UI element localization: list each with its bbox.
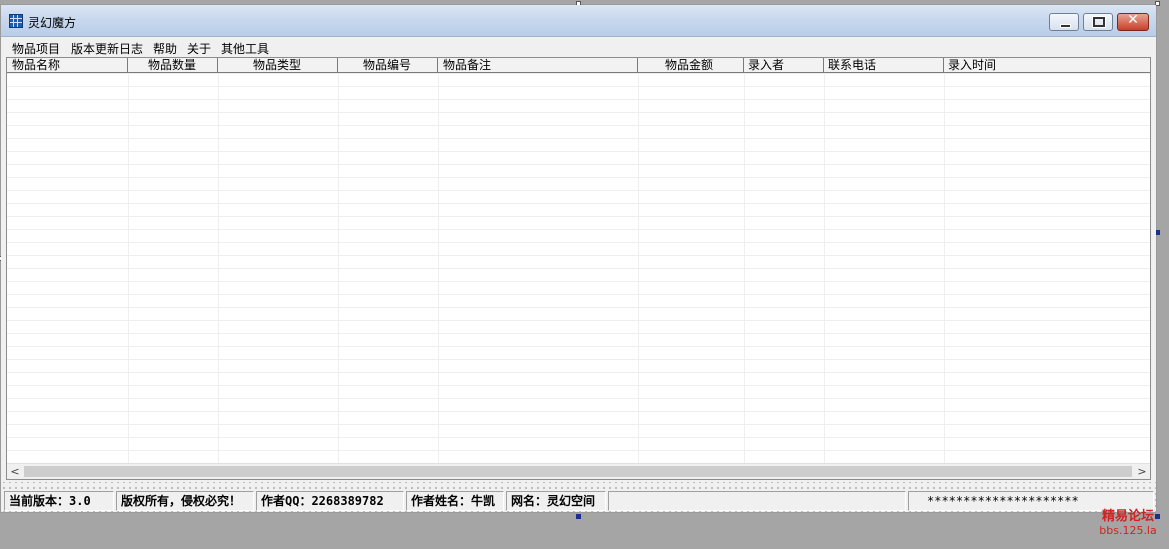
column-divider xyxy=(438,73,439,463)
title-bar[interactable]: 灵幻魔方 ✕ xyxy=(1,5,1156,37)
scroll-left-icon[interactable]: < xyxy=(7,465,23,479)
status-copyright: 版权所有，侵权必究！ xyxy=(116,491,254,511)
column-header-number[interactable]: 物品编号 xyxy=(338,58,438,72)
close-button[interactable]: ✕ xyxy=(1117,12,1149,31)
column-header-name[interactable]: 物品名称 xyxy=(7,58,128,72)
status-author-qq: 作者QQ：2268389782 xyxy=(256,491,404,511)
grid-app-icon xyxy=(9,14,23,28)
status-version: 当前版本：3.0 xyxy=(4,491,114,511)
horizontal-scrollbar[interactable]: < > xyxy=(7,463,1150,479)
minimize-icon xyxy=(1060,24,1071,28)
status-bar: 当前版本：3.0 版权所有，侵权必究！ 作者QQ：2268389782 作者姓名… xyxy=(2,491,1154,511)
maximize-button[interactable] xyxy=(1083,13,1113,31)
column-divider xyxy=(638,73,639,463)
column-header-phone[interactable]: 联系电话 xyxy=(824,58,944,72)
status-author-name: 作者姓名：牛凯 xyxy=(406,491,504,511)
status-stars: ********************* xyxy=(908,491,1154,511)
menu-item-other-tools[interactable]: 其他工具 xyxy=(221,40,269,57)
scrollbar-thumb[interactable] xyxy=(24,466,1132,477)
app-window: 灵幻魔方 ✕ 物品项目 版本更新日志 帮助 关于 其他工具 物品名称 物品数量 … xyxy=(1,5,1156,482)
column-header-quantity[interactable]: 物品数量 xyxy=(128,58,218,72)
status-net-name: 网名：灵幻空间 xyxy=(506,491,606,511)
maximize-icon xyxy=(1093,17,1105,27)
column-divider xyxy=(944,73,945,463)
status-empty-panel xyxy=(608,491,906,511)
column-header-time[interactable]: 录入时间 xyxy=(944,58,1150,72)
menu-item-about[interactable]: 关于 xyxy=(187,40,211,57)
column-divider xyxy=(338,73,339,463)
column-divider xyxy=(824,73,825,463)
minimize-button[interactable] xyxy=(1049,13,1079,31)
close-icon: ✕ xyxy=(1127,12,1139,28)
forum-watermark: 精易论坛 bbs.125.la xyxy=(1093,510,1163,538)
column-divider xyxy=(744,73,745,463)
menu-item-items[interactable]: 物品项目 xyxy=(12,40,60,57)
column-divider xyxy=(218,73,219,463)
items-table[interactable]: 物品名称 物品数量 物品类型 物品编号 物品备注 物品金额 录入者 联系电话 录… xyxy=(6,57,1151,480)
table-body[interactable] xyxy=(7,73,1150,463)
watermark-line1: 精易论坛 xyxy=(1101,509,1154,524)
watermark-line2: bbs.125.la xyxy=(1099,524,1157,537)
menu-item-help[interactable]: 帮助 xyxy=(153,40,177,57)
column-header-type[interactable]: 物品类型 xyxy=(218,58,338,72)
scroll-right-icon[interactable]: > xyxy=(1134,465,1150,479)
table-header: 物品名称 物品数量 物品类型 物品编号 物品备注 物品金额 录入者 联系电话 录… xyxy=(7,58,1150,73)
column-header-amount[interactable]: 物品金额 xyxy=(638,58,744,72)
column-header-recorder[interactable]: 录入者 xyxy=(744,58,824,72)
column-header-remark[interactable]: 物品备注 xyxy=(438,58,638,72)
menu-bar: 物品项目 版本更新日志 帮助 关于 其他工具 xyxy=(1,38,1156,57)
menu-item-changelog[interactable]: 版本更新日志 xyxy=(71,40,143,57)
window-title: 灵幻魔方 xyxy=(28,16,77,30)
resize-handle-bottom[interactable] xyxy=(576,514,581,519)
column-divider xyxy=(128,73,129,463)
